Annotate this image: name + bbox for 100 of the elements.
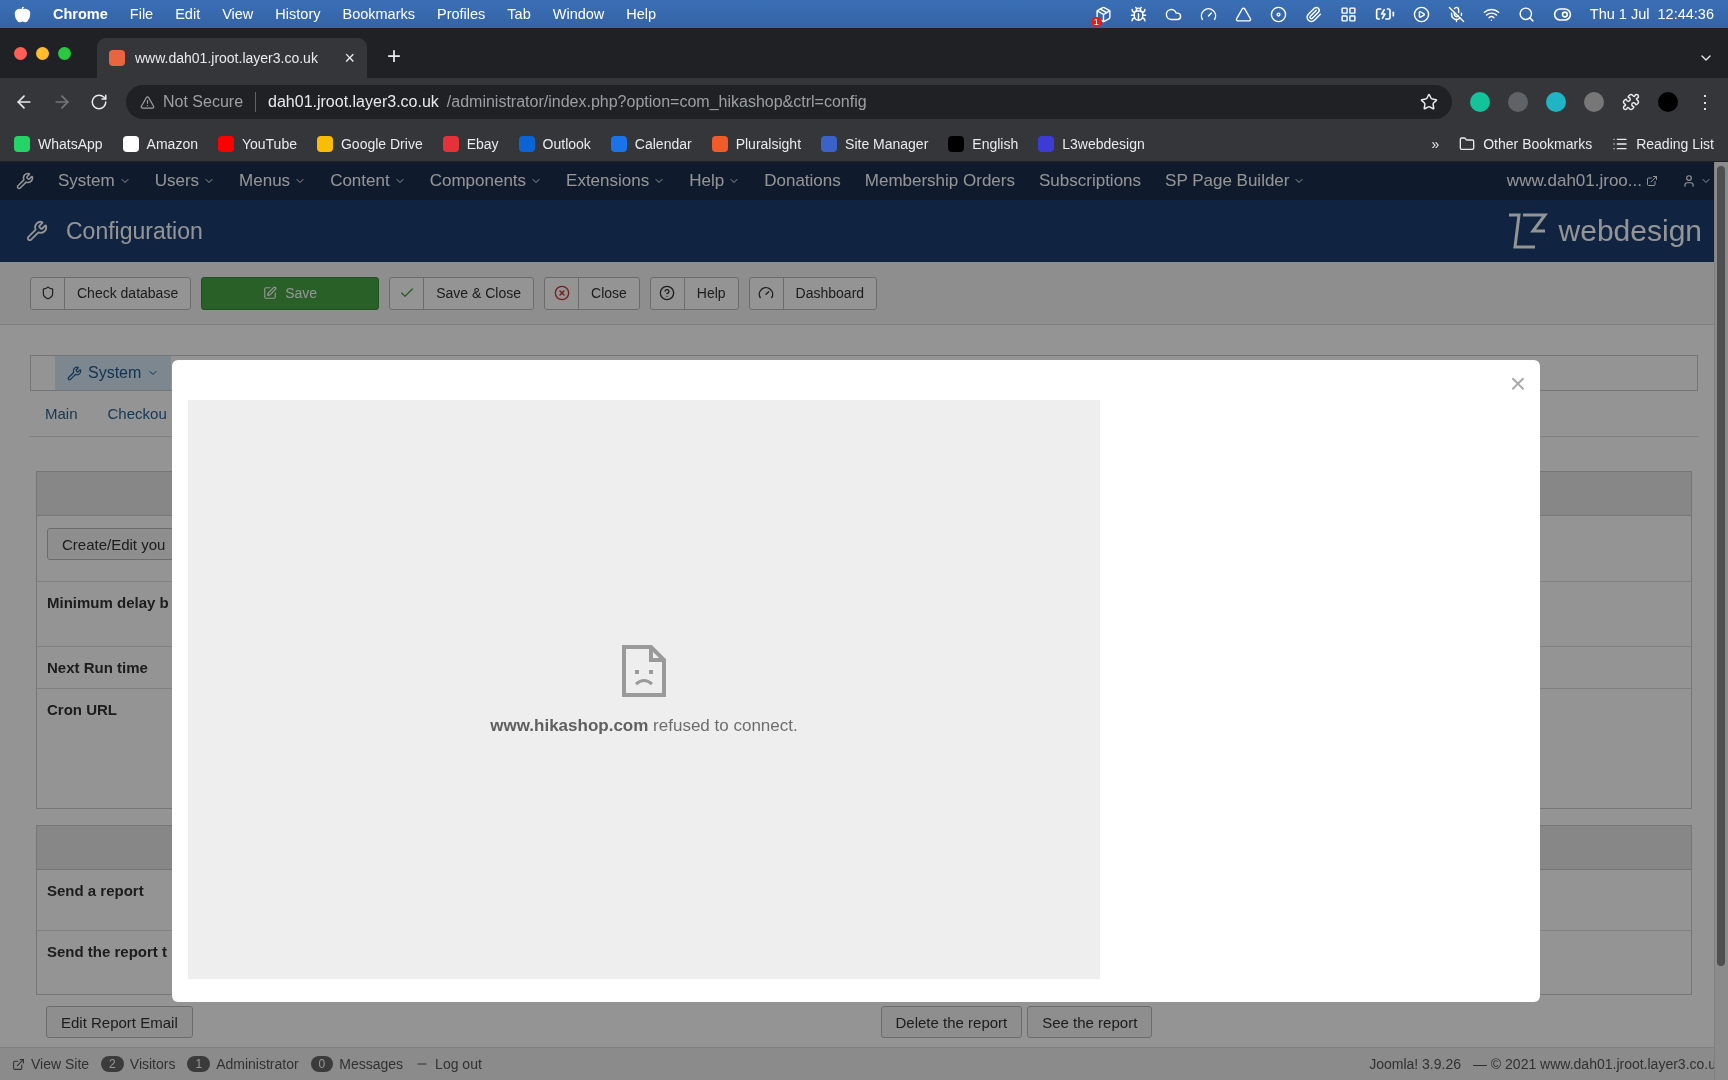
box-icon[interactable] [1094,5,1112,23]
search-icon[interactable] [1517,5,1535,23]
bookmark[interactable]: Ebay [442,135,499,152]
toolbar-button[interactable]: Dashboard [748,276,878,310]
nav-item[interactable]: Components [429,171,543,191]
nav-item[interactable]: Subscriptions [1039,171,1142,191]
report-button[interactable]: Edit Report Email [46,1006,193,1038]
scrollbar-thumb[interactable] [1717,166,1725,966]
close-window-button[interactable] [14,46,27,60]
browser-tab[interactable]: www.dah01.jroot.layer3.co.uk × [97,38,367,78]
browser-menu-button[interactable]: ⋮ [1696,91,1714,113]
mic-off-icon[interactable] [1447,5,1465,23]
nav-item[interactable]: System [58,171,131,191]
menu-item[interactable]: Tab [507,6,531,22]
nav-item[interactable]: Membership Orders [864,171,1015,191]
report-button[interactable]: See the report [1027,1006,1153,1038]
bookmark[interactable]: Outlook [518,135,591,152]
toolbar-button[interactable]: Help [649,276,739,310]
bookmark[interactable]: Calendar [610,135,692,152]
more-bookmarks-button[interactable]: » [1431,135,1440,152]
bookmark[interactable]: WhatsApp [14,135,103,152]
field-label: Send a report [47,882,144,899]
menu-item[interactable]: Profiles [437,6,486,22]
menu-item[interactable]: File [129,6,154,22]
logo: webdesign [1504,211,1702,251]
external-link-icon [1646,175,1658,187]
gauge-icon [758,285,775,301]
bookmark[interactable]: Site Manager [821,135,929,152]
nav-item[interactable]: Extensions [566,171,666,191]
menu-item[interactable]: Bookmarks [342,6,415,22]
field-label: Send the report t [47,943,167,960]
nav-item[interactable]: Help [689,171,741,191]
tab-close-button[interactable]: × [344,47,355,69]
toolbar-button[interactable]: Save & Close [389,276,534,310]
minimize-button[interactable] [36,46,49,60]
wrench-icon [26,220,48,242]
zoom-button[interactable] [58,46,71,60]
paperclip-icon[interactable] [1304,5,1322,23]
extension-icon[interactable] [1546,92,1566,112]
nav-item[interactable]: Users [154,171,216,191]
disc-icon[interactable] [1269,5,1287,23]
cone-icon[interactable] [1234,5,1252,23]
edit-icon [263,286,278,300]
site-link[interactable]: www.dah01.jroo... [1506,171,1658,191]
tab-title: www.dah01.jroot.layer3.co.uk [135,50,319,66]
field-label: Minimum delay b [47,594,169,611]
status-counter[interactable]: 1 Administrator [187,1056,299,1072]
config-menu-tab[interactable]: System [55,356,172,390]
bookmark[interactable]: Pluralsight [711,135,802,152]
play-icon[interactable] [1412,5,1430,23]
menu-item[interactable]: Edit [175,6,201,22]
menu-item[interactable]: History [275,6,321,22]
broken-page-icon [621,643,667,698]
toolbar-button[interactable]: Check database [30,276,192,310]
extension-icon[interactable] [1584,92,1604,112]
error-message: www.hikashop.com refused to connect. [490,715,798,736]
new-tab-button[interactable]: + [387,42,401,70]
status-counter[interactable]: 2 Visitors [101,1056,176,1072]
nav-item[interactable]: Donations [764,171,841,191]
site-icon [109,50,125,66]
nav-item[interactable]: Menus [239,171,307,191]
bookmark-star-icon[interactable] [1420,93,1438,111]
nav-item[interactable]: SP Page Builder [1165,171,1306,191]
address-bar[interactable]: Not Secure dah01.jroot.layer3.co.uk /administrator/index.php?option=com_hikashop&ctrl=config [126,85,1452,119]
grid-icon[interactable] [1339,5,1357,23]
toolbar-button[interactable]: Close [544,276,640,310]
bookmark[interactable]: Google Drive [316,135,423,152]
field-label: Next Run time [47,659,148,676]
extensions-icon[interactable] [1622,93,1640,111]
user-menu[interactable] [1682,174,1712,188]
nav-item[interactable]: Content [330,171,406,191]
gauge-icon[interactable] [1199,5,1217,23]
view-site-link[interactable]: View Site [12,1056,90,1072]
bookmark[interactable]: Amazon [122,135,198,152]
help-icon [659,285,676,301]
bookmark[interactable]: L3webdesign [1038,135,1145,152]
bookmark-folder[interactable]: Other Bookmarks [1459,135,1593,152]
menu-item[interactable]: View [222,6,254,22]
reading-list-button[interactable]: Reading List [1612,135,1714,152]
report-button[interactable]: Delete the report [880,1006,1023,1038]
copyright-text: — © 2021 www.dah01.jroot.layer3.co.u [1473,1056,1716,1072]
url-path: /administrator/index.php?option=com_hikashop&ctrl=config [446,93,867,111]
logout-link[interactable]: Log out [415,1056,482,1072]
apple-icon[interactable] [14,5,31,23]
status-counter[interactable]: 0 Messages [310,1056,404,1072]
tab[interactable]: Checkou [107,405,167,422]
bug-icon[interactable] [1129,5,1147,23]
menu-item[interactable]: Window [552,6,605,22]
extension-icon[interactable] [1470,92,1490,112]
page-title: Configuration [66,217,203,245]
warning-icon [140,94,155,110]
menu-item[interactable]: Chrome [53,6,108,22]
tab[interactable]: Main [45,405,78,422]
field-label: Cron URL [47,701,117,718]
bookmark[interactable]: English [948,135,1019,152]
bookmark[interactable]: YouTube [217,135,297,152]
url-host: dah01.jroot.layer3.co.uk [268,93,439,111]
menu-item[interactable]: Help [626,6,657,22]
reload-icon[interactable] [90,93,108,111]
wrench-icon [67,365,82,381]
